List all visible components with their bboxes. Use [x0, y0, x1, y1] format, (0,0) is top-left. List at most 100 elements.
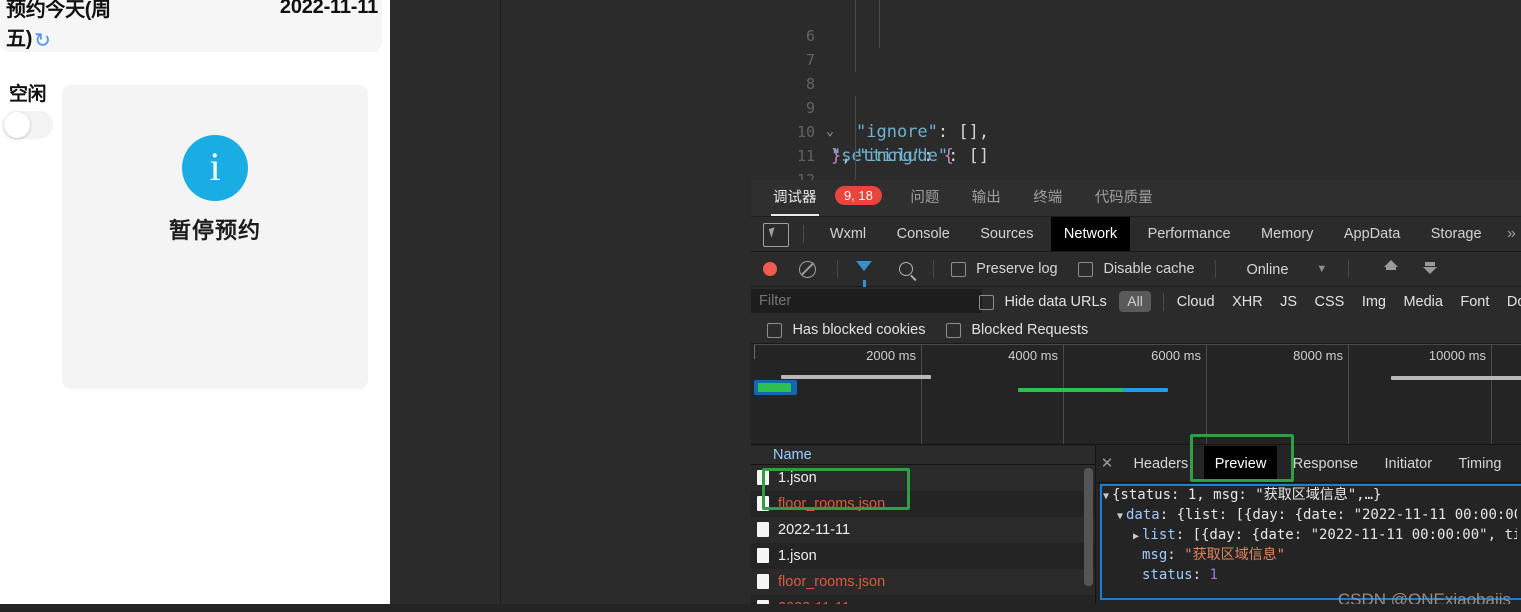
table-row[interactable]: floor_rooms.json: [751, 569, 1095, 595]
code-line: 11 "es6": true,: [501, 120, 1521, 238]
filter-type-cloud[interactable]: Cloud: [1177, 287, 1215, 317]
tab-storage[interactable]: Storage: [1418, 217, 1495, 251]
download-icon[interactable]: [1422, 261, 1438, 277]
table-row[interactable]: 1.json: [751, 543, 1095, 569]
clear-icon[interactable]: [799, 261, 817, 278]
json-line: msg: "获取区域信息": [1100, 545, 1517, 565]
filter-type-img[interactable]: Img: [1362, 287, 1386, 317]
upload-icon[interactable]: [1383, 260, 1399, 277]
toolbar-divider: [1347, 260, 1349, 278]
json-number-value: 1: [1209, 567, 1218, 583]
table-row[interactable]: 1.json: [751, 465, 1095, 491]
network-overview-timeline[interactable]: 2000 ms 4000 ms 6000 ms 8000 ms 10000 ms: [751, 344, 1521, 445]
status-label: 空闲: [8, 84, 47, 105]
filter-type-media[interactable]: Media: [1403, 287, 1443, 317]
tab-issues[interactable]: 问题: [900, 180, 949, 216]
throttling-select[interactable]: Online ▼: [1246, 252, 1327, 286]
overview-tick-label: 4000 ms: [1008, 348, 1058, 363]
blocked-requests-label[interactable]: Blocked Requests: [971, 317, 1088, 343]
tab-network[interactable]: Network: [1050, 217, 1131, 251]
tab-initiator[interactable]: Initiator: [1374, 446, 1444, 482]
disable-cache-label[interactable]: Disable cache: [1103, 252, 1194, 286]
filter-type-font[interactable]: Font: [1460, 287, 1489, 317]
tab-preview[interactable]: Preview: [1203, 446, 1278, 482]
tab-output[interactable]: 输出: [962, 180, 1011, 216]
tab-response[interactable]: Response: [1282, 446, 1369, 482]
request-column-header-name[interactable]: Name: [751, 446, 1095, 465]
filter-input[interactable]: [751, 289, 982, 313]
indent-guide: [855, 0, 856, 24]
indent-guide: [879, 24, 880, 48]
tab-headers[interactable]: Headers: [1122, 446, 1199, 482]
empty-state-card: 暂停预约: [62, 85, 368, 389]
tab-performance[interactable]: Performance: [1135, 217, 1244, 251]
filter-type-css[interactable]: CSS: [1315, 287, 1345, 317]
devtools-top-tabbar: 调试器 9, 18 问题 输出 终端 代码质量: [751, 180, 1521, 217]
overview-bar-green-2: [1018, 388, 1124, 392]
json-line[interactable]: ▼ data: {list: [{day: {date: "2022-11-11 …: [1100, 505, 1517, 525]
filter-type-doc[interactable]: Doc: [1507, 287, 1521, 317]
request-list-panel[interactable]: Name 1.json floor_rooms.json 2022-11-11 …: [751, 446, 1096, 612]
code-editor[interactable]: 6 "ignore": [], 7 "include": [] 8 }, 9 ⌄…: [501, 0, 1521, 286]
appointment-title-text: 预约今天(周五): [6, 0, 111, 50]
hide-data-urls-checkbox[interactable]: [979, 295, 994, 310]
blocked-requests-checkbox[interactable]: [945, 323, 961, 338]
json-line[interactable]: ▼ {status: 1, msg: "获取区域信息",…}: [1100, 485, 1517, 505]
devtools-panel-tabbar: Wxml Console Sources Network Performance…: [751, 217, 1521, 252]
json-line: status: 1: [1100, 565, 1517, 585]
tab-console[interactable]: Console: [884, 217, 963, 251]
hide-data-urls-label[interactable]: Hide data URLs: [1004, 287, 1106, 317]
code-line: 12 "postcss": true,: [501, 144, 1521, 262]
tab-appdata[interactable]: AppData: [1331, 217, 1413, 251]
preview-json-tree[interactable]: ▼ {status: 1, msg: "获取区域信息",…} ▼ data: {li…: [1100, 485, 1517, 593]
preserve-log-checkbox[interactable]: [950, 262, 966, 277]
overview-tick-label: 8000 ms: [1293, 348, 1343, 363]
filter-type-js[interactable]: JS: [1280, 287, 1297, 317]
tab-terminal[interactable]: 终端: [1023, 180, 1072, 216]
overview-gridline: [1348, 344, 1349, 444]
refresh-icon[interactable]: ↻: [34, 31, 51, 51]
json-value: : {list: [{day: {date: "2022-11-11 00:00…: [1159, 507, 1517, 523]
tab-code-quality[interactable]: 代码质量: [1085, 180, 1163, 216]
tab-wxml[interactable]: Wxml: [817, 217, 879, 251]
expand-arrow-icon[interactable]: ▶: [1130, 527, 1142, 547]
table-row[interactable]: floor_rooms.json: [751, 491, 1095, 517]
filter-type-xhr[interactable]: XHR: [1232, 287, 1263, 317]
inspect-element-icon[interactable]: [763, 223, 789, 247]
search-icon[interactable]: [898, 262, 913, 276]
code-line: 9 ⌄ "setting": {: [501, 72, 1521, 166]
expand-arrow-icon[interactable]: ▼: [1100, 487, 1112, 507]
overview-tick-label: 2000 ms: [866, 348, 916, 363]
expand-arrow-icon[interactable]: ▼: [1114, 507, 1126, 527]
status-toggle[interactable]: [2, 111, 53, 139]
json-line[interactable]: ▶ list: [{day: {date: "2022-11-11 00:00:0…: [1100, 525, 1517, 545]
tab-timing[interactable]: Timing: [1448, 446, 1513, 482]
miniprogram-simulator: 预约今天(周五)↻ 2022-11-11 空闲 暂停预约: [0, 0, 390, 604]
close-icon[interactable]: ✕: [1096, 446, 1118, 482]
record-icon[interactable]: [763, 262, 777, 276]
overview-bar-grey-2: [1391, 376, 1521, 380]
tab-overflow-icon[interactable]: »: [1499, 217, 1521, 251]
overview-gridline: [1063, 344, 1064, 444]
chevron-down-icon: ▼: [1316, 263, 1328, 275]
disable-cache-checkbox[interactable]: [1078, 262, 1094, 277]
bottom-strip: [0, 604, 1521, 612]
filter-type-all[interactable]: All: [1119, 291, 1151, 312]
network-filter-bar-secondary: Has blocked cookies Blocked Requests: [751, 317, 1521, 344]
request-list-scrollbar[interactable]: [1084, 468, 1093, 586]
toolbar-divider: [836, 260, 838, 278]
preserve-log-label[interactable]: Preserve log: [976, 252, 1057, 286]
overview-gridline: [1206, 344, 1207, 444]
table-row[interactable]: 2022-11-11: [751, 517, 1095, 543]
has-blocked-cookies-checkbox[interactable]: [767, 323, 782, 338]
throttling-value: Online: [1246, 262, 1289, 278]
indent-guide: [855, 120, 856, 144]
tab-memory[interactable]: Memory: [1248, 217, 1326, 251]
tab-debugger-label: 调试器: [773, 190, 817, 206]
has-blocked-cookies-label[interactable]: Has blocked cookies: [792, 317, 925, 343]
network-lower-split: Name 1.json floor_rooms.json 2022-11-11 …: [751, 446, 1521, 612]
tab-sources[interactable]: Sources: [967, 217, 1046, 251]
tab-debugger[interactable]: 调试器: [763, 180, 827, 216]
overview-left-edge: [754, 345, 755, 359]
funnel-icon[interactable]: [856, 261, 873, 287]
